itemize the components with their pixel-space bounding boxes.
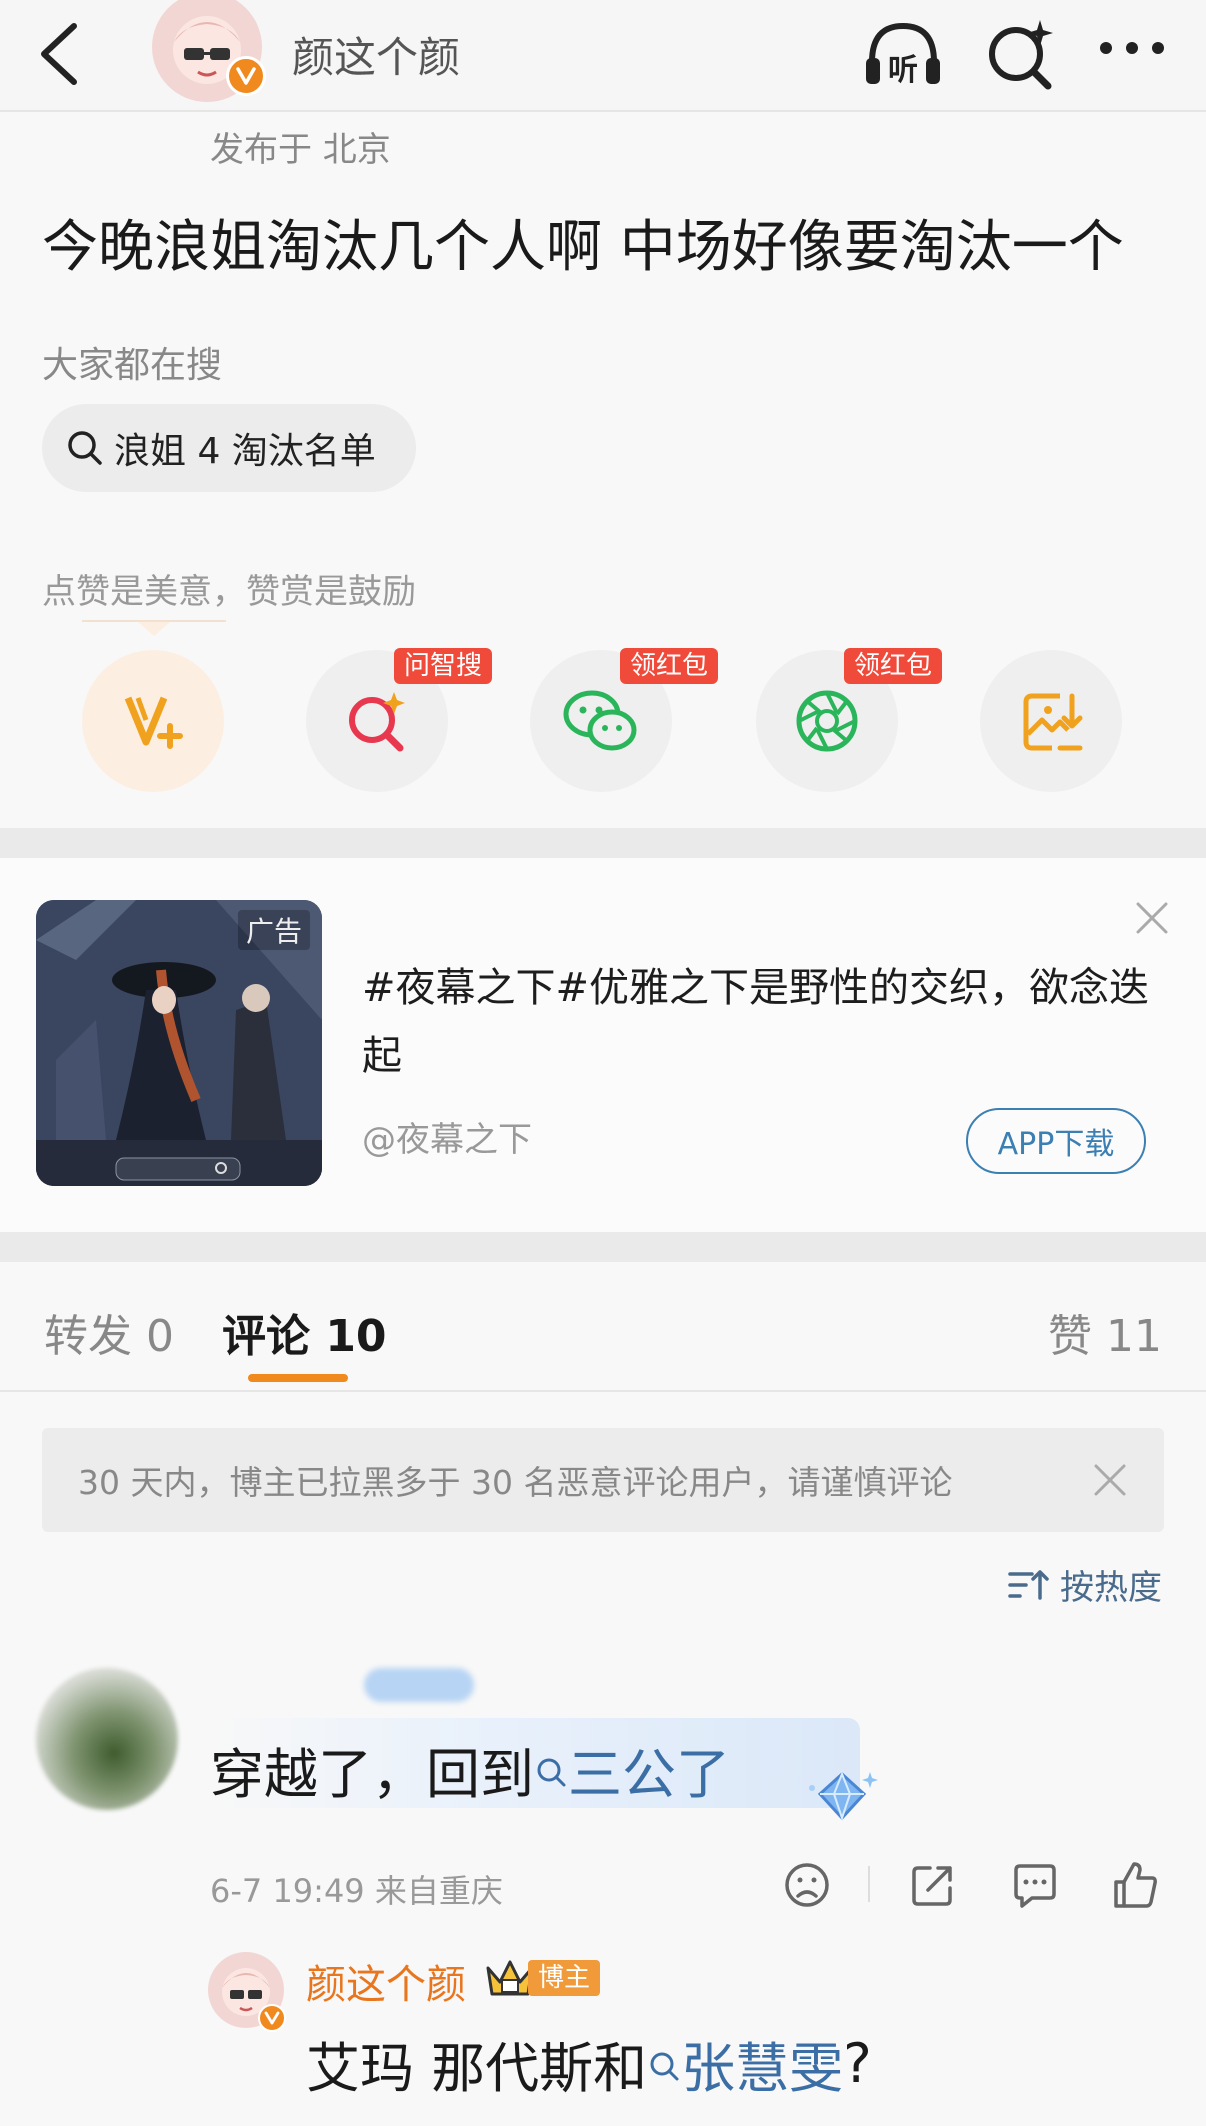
like-hint: 点赞是美意，赞赏是鼓励 [42,572,416,612]
ad-text[interactable]: #夜幕之下#优雅之下是野性的交织，欲念迭起 [362,954,1152,1090]
close-icon[interactable] [1132,898,1172,938]
reward-v-icon [124,696,183,749]
save-image-button[interactable] [980,650,1122,792]
reply-text-prefix: 艾玛 那代斯和 [306,2037,648,2100]
comment-notice-text: 30 天内，博主已拉黑多于 30 名恶意评论用户，请谨慎评论 [78,1463,953,1502]
search-suggest-chip[interactable]: 浪姐 4 淘汰名单 [42,404,416,492]
reply-search-link[interactable]: 张慧雯 [647,2024,843,2103]
reply-link-text: 张慧雯 [681,2037,844,2100]
section-divider [0,828,1206,858]
username-blurred[interactable] [364,1668,474,1702]
comment-action-separator [868,1866,870,1902]
reward-button[interactable] [82,650,224,792]
like-icon[interactable] [1108,1858,1162,1912]
wechat-redpacket-tag: 领红包 [620,648,719,684]
comment-text-prefix: 穿越了，回到 [210,1743,534,1806]
sort-icon [1008,1569,1049,1600]
tab-repost[interactable]: 转发 0 [44,1300,174,1364]
ad-tag: 广告 [237,910,310,950]
moments-icon [796,690,858,752]
sort-label: 按热度 [1060,1568,1162,1608]
avatar[interactable] [36,1668,178,1810]
diamond-sticker-icon [806,1768,878,1828]
reply-user-name[interactable]: 颜这个颜 [306,1952,466,2010]
close-icon[interactable] [1090,1460,1130,1500]
ai-search-icon[interactable] [980,14,1062,96]
header-user-name[interactable]: 颜这个颜 [292,24,460,85]
verified-badge-icon [226,56,266,96]
search-chip-label: 浪姐 4 淘汰名单 [114,431,376,472]
ad-source[interactable]: @夜幕之下 [362,1112,532,1161]
tab-comment[interactable]: 评论 10 [222,1300,387,1364]
more-icon[interactable] [1092,24,1172,84]
comment-link-text: 三公了 [568,1743,730,1806]
ai-search-icon [349,692,405,752]
listen-icon[interactable]: 听 [862,14,944,96]
reply-text-suffix: ? [843,2032,872,2095]
back-icon[interactable] [30,18,90,88]
wechat-icon [563,690,637,751]
section-divider [0,1232,1206,1262]
post-location: 发布于 北京 [210,130,391,170]
verified-badge-icon [258,2004,286,2032]
search-suggest-label: 大家都在搜 [42,345,223,386]
moments-redpacket-tag: 领红包 [844,648,943,684]
search-icon [537,1758,566,1786]
comment-notice: 30 天内，博主已拉黑多于 30 名恶意评论用户，请谨慎评论 [42,1428,1164,1532]
dislike-face-icon[interactable] [780,1858,834,1912]
comment-search-link[interactable]: 三公了 [534,1730,730,1809]
svg-text:听: 听 [888,53,918,88]
like-hint-pointer [138,622,170,636]
comment-meta: 6-7 19:49 来自重庆 [210,1872,503,1910]
ad-image[interactable]: 广告 [36,900,322,1186]
ai-search-tag: 问智搜 [394,648,493,684]
app-download-button[interactable]: APP下载 [966,1108,1146,1174]
comment-icon[interactable] [1008,1858,1062,1912]
tabs-bar [0,1262,1206,1392]
comment-text[interactable]: 穿越了，回到 三公了 [210,1730,730,1809]
tab-active-indicator [248,1374,348,1382]
blogger-badge: 博主 [528,1960,601,1996]
share-icon[interactable] [906,1858,960,1912]
sort-by-hot-button[interactable]: 按热度 [1006,1560,1162,1609]
save-image-icon [1023,693,1083,751]
reply-text[interactable]: 艾玛 那代斯和 张慧雯 ? [306,2024,872,2103]
tab-like[interactable]: 赞 11 [1048,1300,1162,1364]
post-text: 今晚浪姐淘汰几个人啊 中场好像要淘汰一个 [42,215,1124,280]
search-icon [68,431,102,465]
search-icon [650,2052,679,2080]
